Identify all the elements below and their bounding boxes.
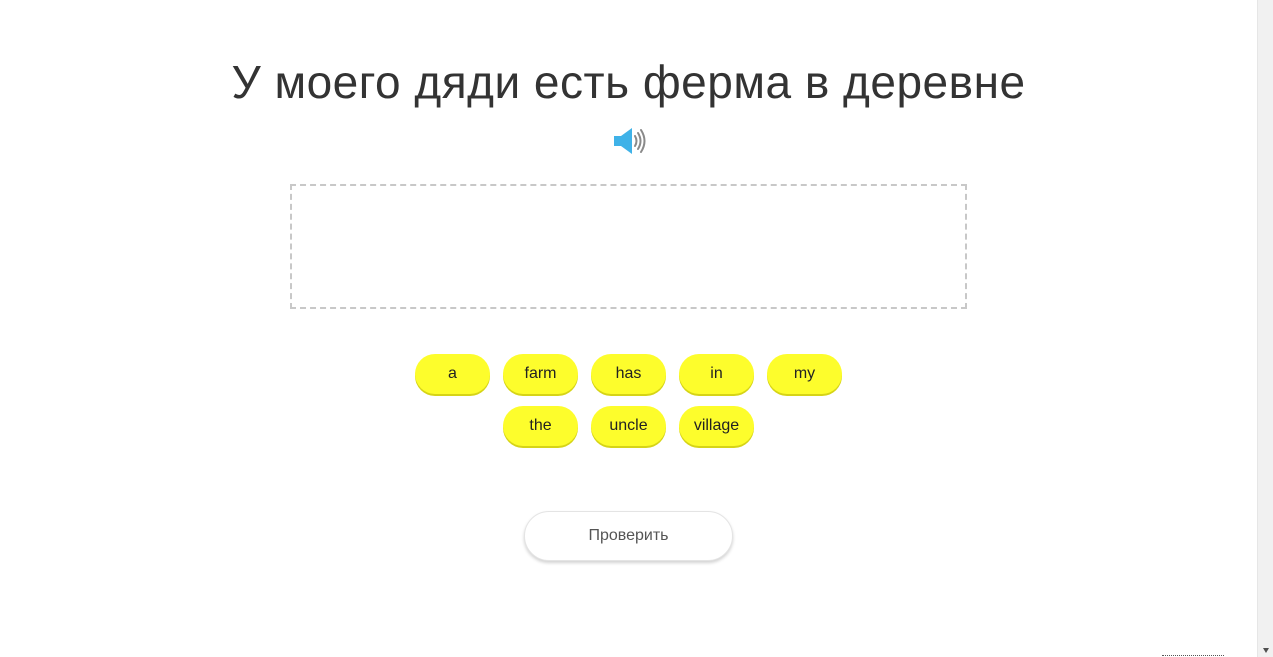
divider — [1162, 655, 1224, 656]
word-chip-in[interactable]: in — [679, 354, 754, 394]
answer-drop-area[interactable] — [290, 184, 967, 309]
word-chip-a[interactable]: a — [415, 354, 490, 394]
word-bank-row-1: a farm has in my — [0, 354, 1257, 394]
word-chip-village[interactable]: village — [679, 406, 754, 446]
word-chip-farm[interactable]: farm — [503, 354, 578, 394]
word-bank-row-2: the uncle village — [0, 406, 1257, 446]
speaker-icon[interactable] — [610, 124, 648, 158]
vertical-scrollbar[interactable] — [1257, 0, 1273, 657]
word-chip-my[interactable]: my — [767, 354, 842, 394]
word-bank: a farm has in my the uncle village — [0, 354, 1257, 458]
word-chip-has[interactable]: has — [591, 354, 666, 394]
scroll-down-arrow-icon[interactable] — [1263, 648, 1269, 653]
sentence-prompt: У моего дяди есть ферма в деревне — [231, 56, 1026, 108]
exercise-container: У моего дяди есть ферма в деревне a farm… — [0, 0, 1257, 657]
page: У моего дяди есть ферма в деревне a farm… — [0, 0, 1273, 657]
check-button[interactable]: Проверить — [524, 511, 733, 561]
word-chip-the[interactable]: the — [503, 406, 578, 446]
word-chip-uncle[interactable]: uncle — [591, 406, 666, 446]
